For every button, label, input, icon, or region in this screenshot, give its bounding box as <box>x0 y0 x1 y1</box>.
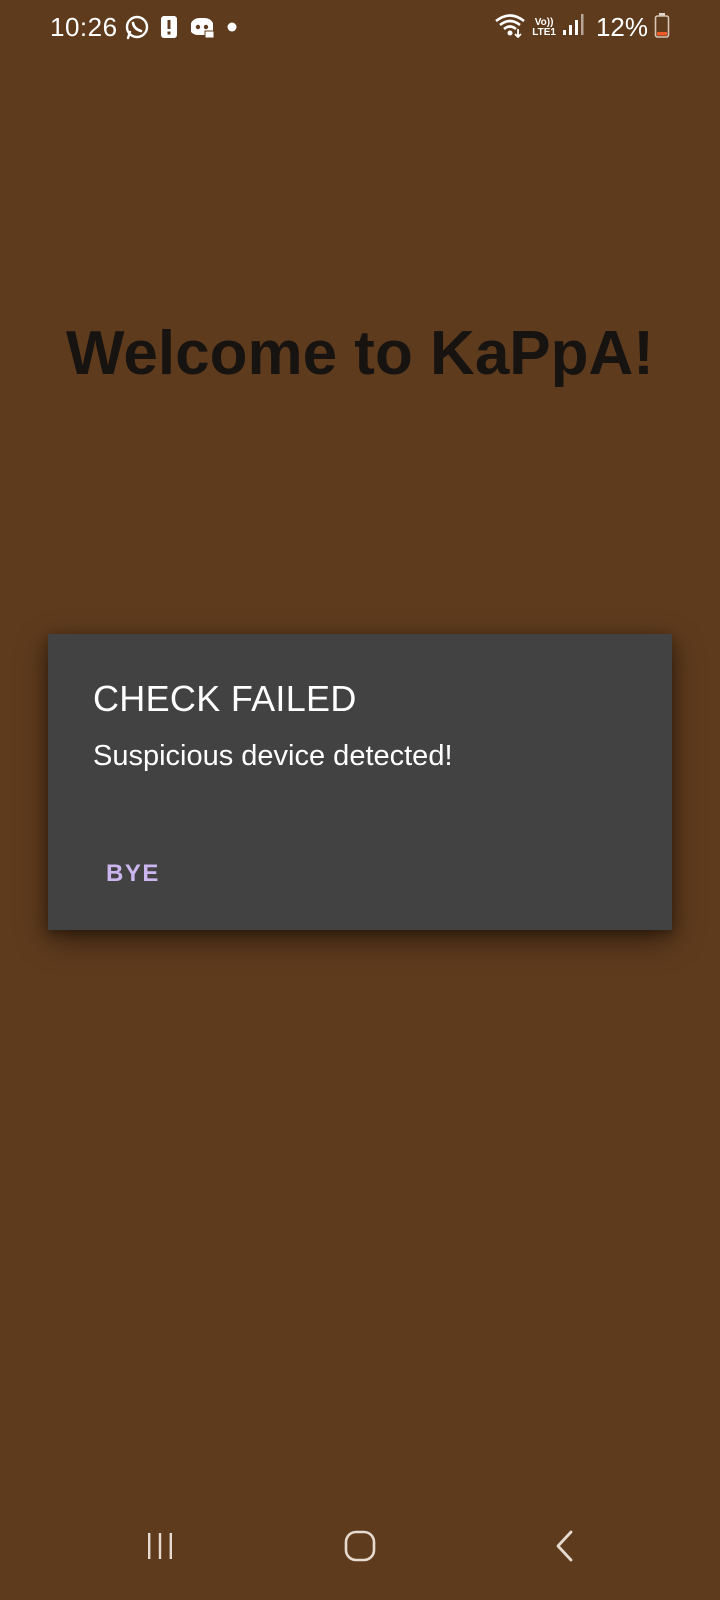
recent-apps-button[interactable] <box>100 1496 220 1600</box>
system-status-icons: Vo)) LTE1 12% <box>494 12 670 43</box>
volte-lte-icon: Vo)) LTE1 <box>532 16 556 38</box>
lte-label: LTE1 <box>532 26 556 38</box>
whatsapp-icon <box>124 14 150 40</box>
check-failed-dialog: CHECK FAILED Suspicious device detected!… <box>48 634 672 930</box>
recent-apps-icon <box>144 1531 176 1566</box>
alert-notification-icon <box>160 15 178 39</box>
bye-button[interactable]: BYE <box>88 852 178 896</box>
signal-icon <box>562 13 584 42</box>
volte-label: Vo)) <box>534 16 554 28</box>
dialog-message: Suspicious device detected! <box>93 740 453 772</box>
back-button[interactable] <box>505 1496 625 1600</box>
status-bar: 10:26 Vo)) LTE1 12% <box>0 0 720 58</box>
battery-percent: 12% <box>595 12 648 42</box>
status-time: 10:26 <box>50 12 118 42</box>
wifi-icon <box>494 12 526 43</box>
navigation-bar <box>0 1496 720 1600</box>
battery-low-icon <box>654 12 670 43</box>
notification-dot-icon <box>226 21 238 33</box>
notification-icons <box>124 14 238 40</box>
back-icon <box>553 1529 577 1568</box>
home-icon <box>343 1529 377 1568</box>
app-screen: 10:26 Vo)) LTE1 12% Welcome to KaPpA! CH… <box>0 0 720 1600</box>
dialog-title: CHECK FAILED <box>93 678 357 719</box>
home-button[interactable] <box>300 1496 420 1600</box>
welcome-title: Welcome to KaPpA! <box>66 319 654 388</box>
discord-icon <box>188 15 216 39</box>
